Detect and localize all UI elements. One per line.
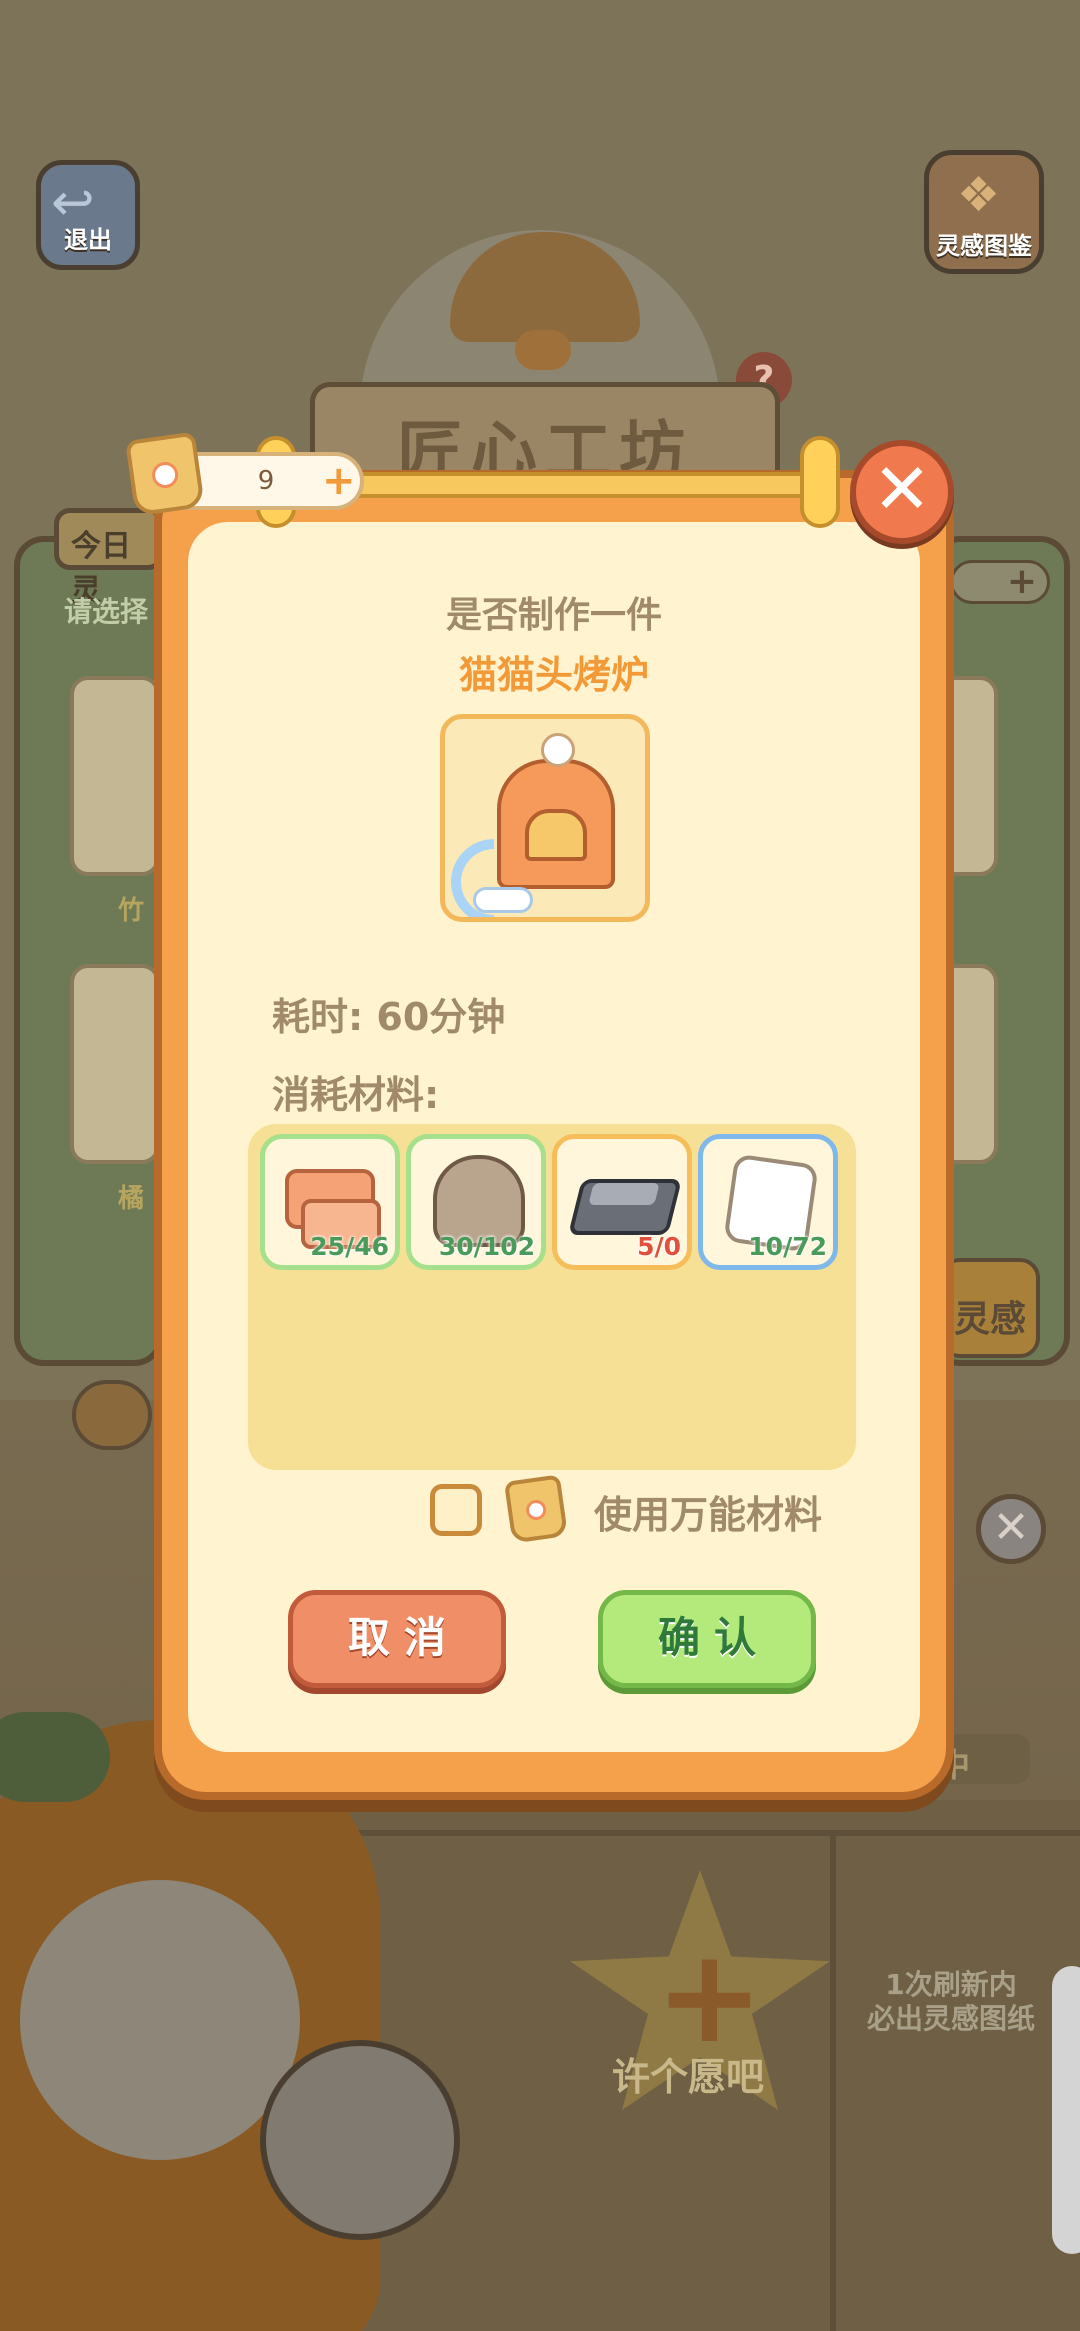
inspiration-button[interactable]: 灵感 xyxy=(940,1258,1040,1358)
craft-time: 耗时: 60分钟 xyxy=(272,995,506,1039)
confirm-question: 是否制作一件 xyxy=(445,595,662,636)
refresh-hint-line1: 1次刷新内 xyxy=(885,1968,1017,2001)
add-material-button[interactable]: + xyxy=(322,458,356,504)
exit-button[interactable]: ↩ 退出 xyxy=(36,160,140,270)
cloud-icon xyxy=(473,887,533,913)
pumpkin-character-face xyxy=(20,1880,300,2160)
material-slot-wood[interactable]: 25/46 xyxy=(260,1134,400,1270)
book-icon: ❖ xyxy=(957,167,1001,223)
mascot-beak xyxy=(515,330,571,370)
inspiration-label: 灵感 xyxy=(954,1299,1027,1340)
iron-ingot-top xyxy=(588,1183,660,1205)
left-panel-tab[interactable]: 今日灵 xyxy=(54,508,164,608)
confirm-button[interactable]: 确认 xyxy=(598,1590,816,1688)
inspiration-atlas-button[interactable]: ❖ 灵感图鉴 xyxy=(924,150,1044,274)
right-resource-bar[interactable]: + xyxy=(950,560,1050,604)
item-name: 猫猫头烤炉 xyxy=(458,653,649,697)
atlas-label: 灵感图鉴 xyxy=(936,232,1032,260)
floor-divider-vertical xyxy=(830,1830,836,2331)
left-recipe-panel xyxy=(14,536,164,1366)
material-count: 5/0 xyxy=(637,1232,681,1261)
materials-label: 消耗材料: xyxy=(272,1073,440,1117)
material-slot-cloth[interactable]: 10/72 xyxy=(698,1134,838,1270)
material-slot-stone[interactable]: 30/102 xyxy=(406,1134,546,1270)
recipe-slot-label: 竹 xyxy=(118,896,145,926)
pumpkin-stem xyxy=(0,1712,110,1802)
use-universal-label[interactable]: 使用万能材料 xyxy=(594,1484,822,1539)
side-drawer-handle[interactable] xyxy=(1052,1966,1080,2254)
item-preview-card xyxy=(440,714,650,922)
universal-material-count: 9 xyxy=(257,466,275,496)
slot-close-icon[interactable]: ✕ xyxy=(976,1494,1046,1564)
recipe-slot[interactable] xyxy=(70,676,160,876)
wish-label: 许个愿吧 xyxy=(612,2055,765,2099)
material-count: 25/46 xyxy=(310,1232,389,1261)
bag-emblem xyxy=(150,460,180,490)
close-dialog-button[interactable]: ✕ xyxy=(850,440,954,544)
use-universal-checkbox[interactable] xyxy=(430,1484,482,1536)
cancel-button[interactable]: 取消 xyxy=(288,1590,506,1688)
pumpkin-character-hand xyxy=(260,2040,460,2240)
universal-material-counter: 9 + xyxy=(125,431,364,517)
recipe-slot[interactable] xyxy=(70,964,160,1164)
plus-icon: + xyxy=(1006,561,1037,602)
oven-chimney xyxy=(541,733,575,767)
refresh-hint-line2: 必出灵感图纸 xyxy=(866,2002,1035,2035)
bag-emblem xyxy=(524,1498,548,1522)
oven-door xyxy=(525,809,587,861)
recipe-slot-label: 橘 xyxy=(118,1184,145,1214)
material-slot-iron[interactable]: 5/0 xyxy=(552,1134,692,1270)
material-count: 10/72 xyxy=(748,1232,827,1261)
scroll-rod-cap-right xyxy=(800,436,840,528)
material-bag-icon xyxy=(503,1474,569,1544)
refresh-hint: 1次刷新内 必出灵感图纸 xyxy=(836,1968,1066,2036)
material-bag-icon xyxy=(125,431,205,517)
material-count: 30/102 xyxy=(438,1232,535,1261)
pumpkin-icon xyxy=(72,1380,152,1450)
exit-label: 退出 xyxy=(64,226,112,254)
left-panel-hint: 请选择 xyxy=(64,595,149,628)
